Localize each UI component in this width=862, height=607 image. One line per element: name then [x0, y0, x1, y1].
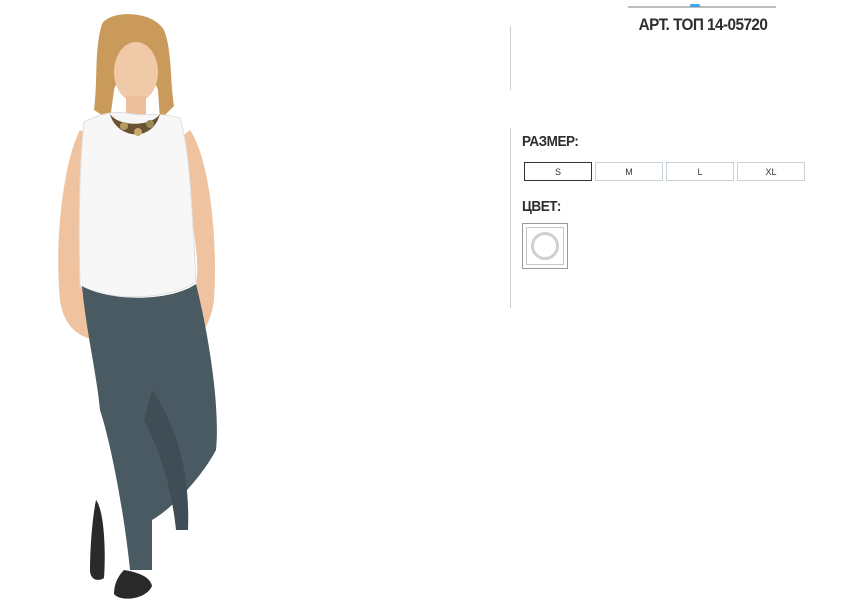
size-option-l[interactable]: L — [666, 162, 734, 181]
article-number: АРТ. ТОП 14-05720 — [638, 15, 768, 34]
color-circle-icon — [531, 232, 559, 260]
article-underline — [628, 4, 776, 8]
color-swatch-white[interactable] — [522, 223, 568, 269]
swatch-frame — [526, 227, 564, 265]
model-illustration — [58, 14, 217, 599]
size-option-m[interactable]: M — [595, 162, 663, 181]
accent-marker — [690, 4, 700, 7]
size-option-s[interactable]: S — [524, 162, 592, 181]
size-selector: S M L XL — [524, 162, 805, 181]
vertical-divider — [510, 128, 511, 308]
vertical-divider — [510, 26, 511, 90]
size-option-xl[interactable]: XL — [737, 162, 805, 181]
color-label: ЦВЕТ: — [522, 198, 561, 215]
product-image[interactable] — [40, 10, 240, 602]
size-label: РАЗМЕР: — [522, 133, 579, 150]
